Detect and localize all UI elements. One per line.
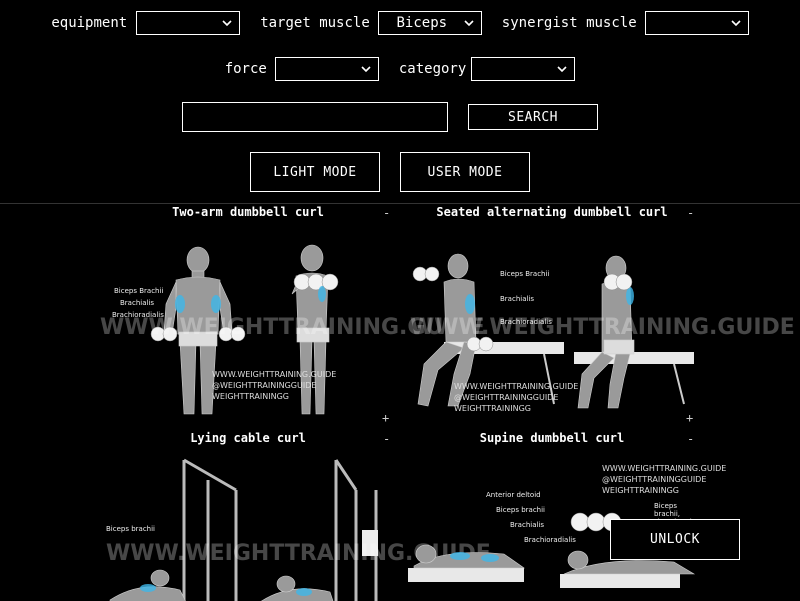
exercise-title: Seated alternating dumbbell curl <box>436 205 668 219</box>
muscle-label: Brachialis <box>120 299 155 307</box>
category-select[interactable] <box>471 57 576 81</box>
social-watermark: WWW.WEIGHTTRAINING.GUIDE @WEIGHTTRAINING… <box>454 382 579 413</box>
chevron-down-icon <box>222 20 232 27</box>
exercise-card[interactable]: Lying cable curl - Biceps brachii WWW.WE… <box>100 430 491 601</box>
exercise-card[interactable]: Two-arm dumbbell curl - + Biceps Brachii… <box>100 204 485 430</box>
exercise-card[interactable]: Supine dumbbell curl - WWW.WEIGHTTRAININ… <box>404 430 726 601</box>
exercise-title: Two-arm dumbbell curl <box>172 205 324 219</box>
synergist-muscle-select[interactable] <box>644 11 749 35</box>
light-mode-button[interactable]: LIGHT MODE <box>250 152 380 192</box>
exercise-title: Lying cable curl <box>190 431 306 445</box>
target-muscle-select[interactable]: Biceps <box>377 11 482 35</box>
muscle-label: Biceps Brachii <box>114 287 164 295</box>
muscle-label: Biceps Brachii <box>500 270 550 278</box>
filter-row-1: equipment target muscle Biceps synergist… <box>0 10 800 36</box>
chevron-down-icon <box>464 20 474 27</box>
search-button[interactable]: SEARCH <box>468 104 598 130</box>
force-label: force <box>224 61 267 77</box>
equipment-label: equipment <box>51 15 128 31</box>
user-mode-button[interactable]: USER MODE <box>400 152 530 192</box>
watermark: WWW.WEIGHTTRAINING.GUIDE <box>410 315 795 340</box>
filter-row-2: force category <box>0 56 800 82</box>
chevron-down-icon <box>557 66 567 73</box>
force-select[interactable] <box>274 57 379 81</box>
muscle-label: Brachialis <box>510 521 545 529</box>
muscle-label: Anterior deltoid <box>486 491 541 499</box>
collapse-icon[interactable]: - <box>383 432 390 446</box>
collapse-icon[interactable]: - <box>687 206 694 220</box>
collapse-icon[interactable]: - <box>687 432 694 446</box>
chevron-down-icon <box>731 20 741 27</box>
search-input[interactable] <box>182 102 448 132</box>
social-watermark: WWW.WEIGHTTRAINING.GUIDE @WEIGHTTRAINING… <box>602 464 727 495</box>
muscle-label: Biceps brachii <box>496 506 546 514</box>
equipment-select[interactable] <box>136 11 241 35</box>
muscle-label: Biceps brachii <box>106 525 156 533</box>
exercise-card[interactable]: Seated alternating dumbbell curl - + Bic… <box>404 204 795 430</box>
muscle-label: Brachialis <box>500 295 535 303</box>
exercise-title: Supine dumbbell curl <box>479 431 625 445</box>
category-label: category <box>398 61 467 77</box>
target-muscle-label: target muscle <box>260 15 370 31</box>
unlock-button[interactable]: UNLOCK <box>610 519 740 560</box>
muscle-label: Brachioradialis <box>524 536 576 544</box>
target-muscle-value: Biceps <box>396 15 448 31</box>
synergist-muscle-label: synergist muscle <box>501 15 637 31</box>
social-watermark: WWW.WEIGHTTRAINING.GUIDE @WEIGHTTRAINING… <box>212 370 337 401</box>
collapse-icon[interactable]: - <box>383 206 390 220</box>
chevron-down-icon <box>361 66 371 73</box>
